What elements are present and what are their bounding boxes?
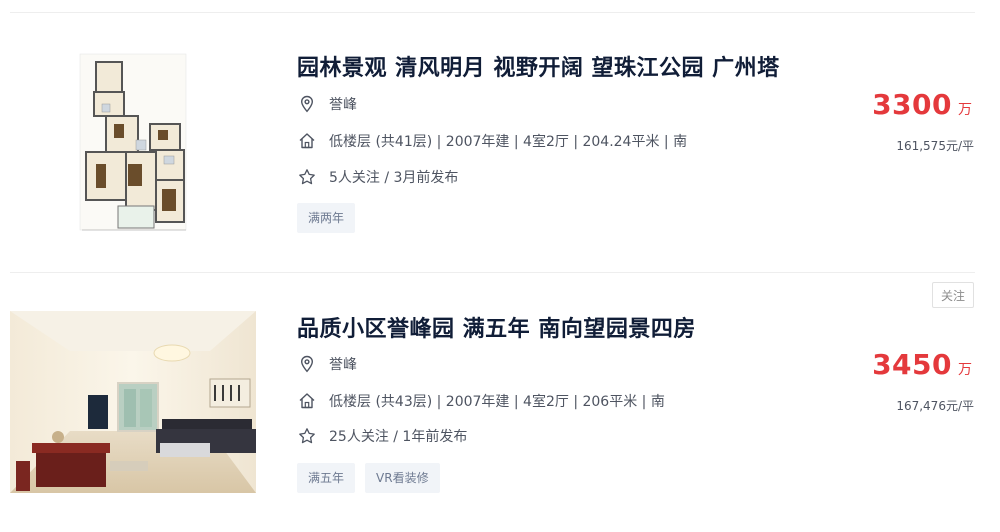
house-icon — [297, 131, 317, 151]
location-pin-icon — [297, 94, 317, 114]
follow-info: 25人关注 / 1年前发布 — [329, 429, 468, 445]
house-info: 低楼层 (共41层) | 2007年建 | 4室2厅 | 204.24平米 | … — [329, 134, 688, 150]
total-price-unit: 万 — [958, 102, 972, 118]
follow-info-line: 5人关注 / 3月前发布 — [297, 167, 458, 187]
star-icon — [297, 426, 317, 446]
follow-button[interactable]: 关注 — [931, 282, 974, 308]
living-room-photo[interactable] — [10, 311, 256, 493]
tag-list: 满两年 — [297, 203, 356, 233]
listing-title[interactable]: 园林景观 清风明月 视野开阔 望珠江公园 广州塔 — [297, 50, 780, 82]
listing-divider — [10, 272, 975, 273]
house-info: 低楼层 (共43层) | 2007年建 | 4室2厅 | 206平米 | 南 — [329, 394, 665, 410]
follow-info-line: 25人关注 / 1年前发布 — [297, 426, 467, 446]
follow-info: 5人关注 / 3月前发布 — [329, 170, 459, 186]
location-pin-icon — [297, 354, 317, 374]
listing-title[interactable]: 品质小区誉峰园 满五年 南向望园景四房 — [297, 311, 696, 343]
community-line[interactable]: 誉峰 — [297, 354, 357, 374]
community-line[interactable]: 誉峰 — [297, 94, 357, 114]
house-icon — [297, 391, 317, 411]
community-name[interactable]: 誉峰 — [329, 94, 357, 114]
total-price: 3300 万 — [872, 88, 972, 121]
total-price: 3450 万 — [872, 348, 972, 381]
community-name[interactable]: 誉峰 — [329, 354, 357, 374]
total-price-value: 3300 — [872, 88, 952, 121]
total-price-unit: 万 — [958, 362, 972, 378]
house-info-line: 低楼层 (共41层) | 2007年建 | 4室2厅 | 204.24平米 | … — [297, 131, 687, 151]
unit-price: 167,476元/平 — [896, 399, 974, 413]
unit-price: 161,575元/平 — [896, 139, 974, 153]
house-info-line: 低楼层 (共43层) | 2007年建 | 4室2厅 | 206平米 | 南 — [297, 391, 665, 411]
star-icon — [297, 167, 317, 187]
tag: 满两年 — [297, 203, 356, 233]
top-divider — [10, 12, 975, 13]
tag: VR看装修 — [365, 463, 440, 493]
total-price-value: 3450 — [872, 348, 952, 381]
tag-list: 满五年 VR看装修 — [297, 463, 440, 493]
tag: 满五年 — [297, 463, 356, 493]
floor-plan-thumbnail[interactable] — [10, 44, 256, 234]
